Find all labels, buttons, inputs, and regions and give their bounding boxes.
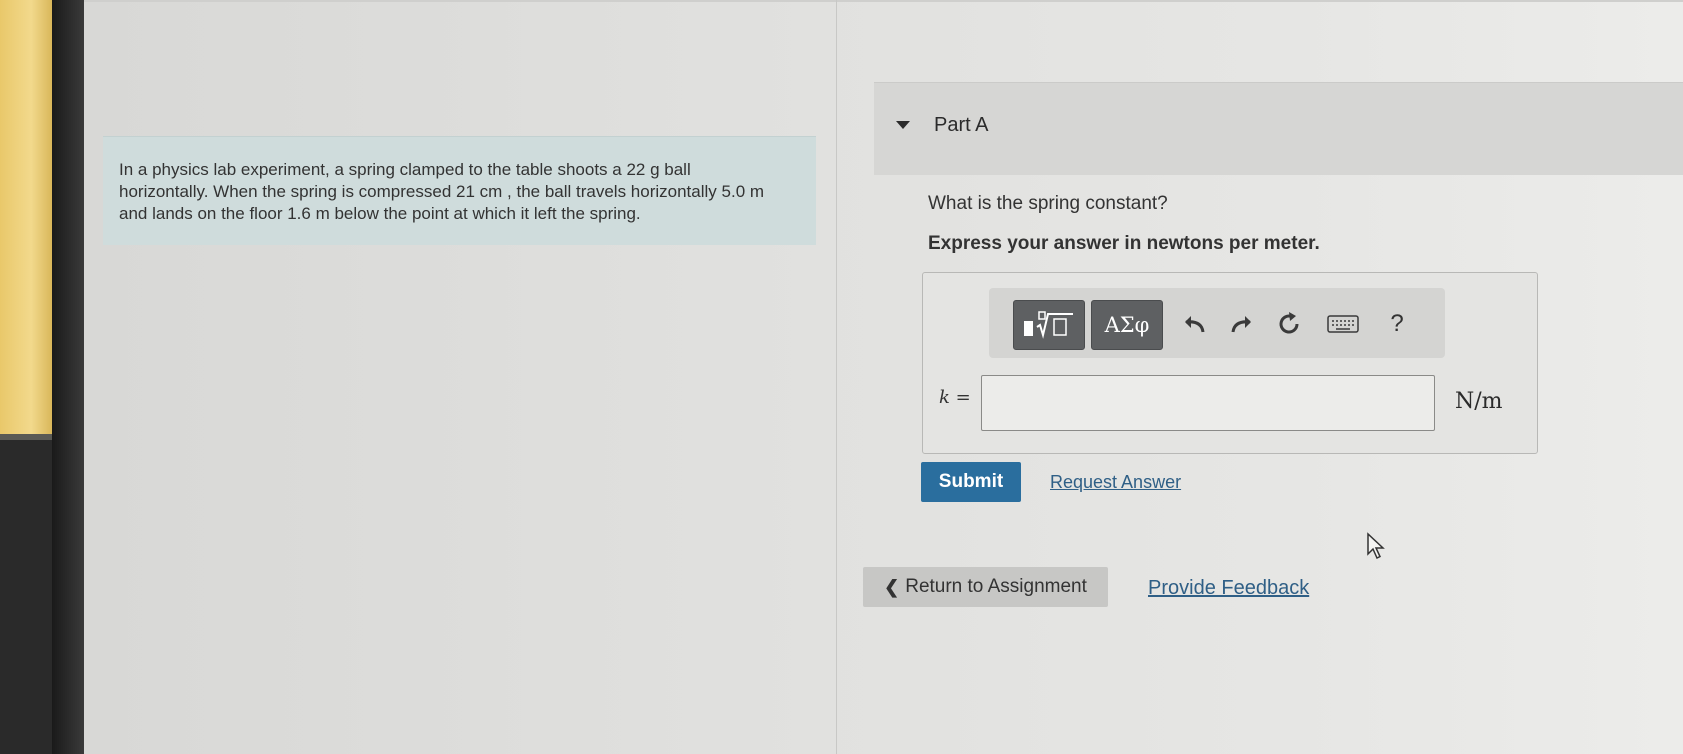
answer-input[interactable]	[981, 375, 1435, 431]
reset-icon[interactable]	[1271, 306, 1307, 342]
greek-symbols-button[interactable]: ΑΣφ	[1091, 300, 1163, 350]
top-divider	[84, 0, 1683, 2]
mouse-cursor-icon	[1367, 532, 1385, 560]
column-divider	[836, 0, 837, 754]
unit-label: N/m	[1455, 389, 1503, 414]
chevron-left-icon: ❮	[884, 576, 900, 597]
redo-icon[interactable]	[1223, 306, 1259, 342]
monitor-bezel	[0, 0, 52, 440]
part-header[interactable]	[874, 82, 1683, 175]
templates-button[interactable]	[1013, 300, 1085, 350]
undo-icon[interactable]	[1177, 306, 1213, 342]
problem-statement: In a physics lab experiment, a spring cl…	[103, 136, 816, 245]
monitor-edge	[52, 0, 84, 754]
problem-line: In a physics lab experiment, a spring cl…	[119, 160, 691, 179]
return-label: Return to Assignment	[905, 576, 1087, 597]
provide-feedback-link[interactable]: Provide Feedback	[1148, 577, 1309, 600]
answer-instruction: Express your answer in newtons per meter…	[928, 233, 1320, 254]
help-button[interactable]: ?	[1379, 306, 1415, 342]
question-text: What is the spring constant?	[928, 193, 1168, 214]
request-answer-link[interactable]: Request Answer	[1050, 472, 1181, 493]
keyboard-icon[interactable]	[1325, 306, 1361, 342]
monitor-stand	[0, 440, 60, 754]
problem-line: and lands on the floor 1.6 m below the p…	[119, 204, 641, 223]
return-to-assignment-button[interactable]: ❮ Return to Assignment	[863, 567, 1108, 607]
problem-text: In a physics lab experiment, a spring cl…	[119, 159, 809, 225]
problem-line: horizontally. When the spring is compres…	[119, 182, 765, 201]
part-title[interactable]: Part A	[934, 114, 988, 137]
math-toolbar: ΑΣφ ?	[989, 288, 1445, 358]
variable-label: k =	[939, 387, 971, 408]
submit-button[interactable]: Submit	[921, 462, 1021, 502]
collapse-caret-icon[interactable]	[896, 121, 910, 129]
templates-icon	[1024, 311, 1073, 339]
answer-panel: ΑΣφ ? k = N/m	[922, 272, 1538, 454]
